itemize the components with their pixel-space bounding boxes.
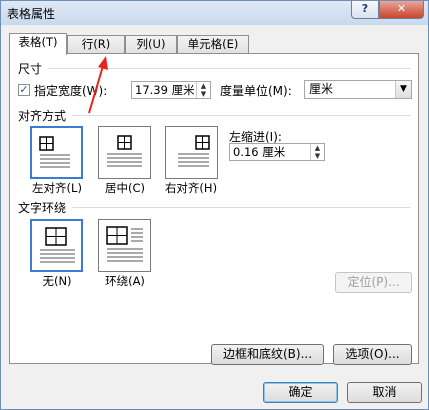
cancel-button[interactable]: 取消 bbox=[347, 382, 422, 403]
tab-column[interactable]: 列(U) bbox=[125, 35, 177, 53]
tab-table[interactable]: 表格(T) bbox=[9, 33, 67, 55]
wrapping-section-title: 文字环绕 bbox=[18, 201, 67, 215]
preferred-width-checkbox[interactable]: ✓ bbox=[18, 84, 30, 96]
help-button[interactable]: ? bbox=[351, 1, 379, 19]
measure-unit-value: 厘米 bbox=[309, 82, 334, 96]
width-spinner-buttons[interactable]: ▲ ▼ bbox=[196, 82, 210, 98]
wrap-none-label: 无(N) bbox=[42, 274, 72, 288]
align-right-table-icon bbox=[178, 135, 210, 167]
ok-button[interactable]: 确定 bbox=[263, 382, 338, 403]
position-button[interactable]: 定位(P)... bbox=[335, 272, 412, 293]
align-left-option[interactable] bbox=[30, 126, 83, 179]
borders-shading-button[interactable]: 边框和底纹(B)... bbox=[211, 344, 324, 365]
wrap-none-icon bbox=[40, 227, 75, 263]
table-tab-panel: 尺寸 ✓ 指定宽度(W): 17.39 厘米 ▲ ▼ 度量单位(M): 厘米 ▼… bbox=[9, 53, 419, 365]
align-center-option[interactable] bbox=[98, 126, 151, 179]
left-indent-value: 0.16 厘米 bbox=[233, 145, 286, 159]
wrap-around-label: 环绕(A) bbox=[105, 274, 145, 288]
wrap-around-icon bbox=[106, 226, 143, 262]
measure-unit-select[interactable]: 厘米 ▼ bbox=[304, 80, 412, 99]
wrap-none-option[interactable] bbox=[30, 219, 83, 272]
width-spinner[interactable]: 17.39 厘米 ▲ ▼ bbox=[131, 81, 211, 99]
align-left-label: 左对齐(L) bbox=[32, 181, 82, 195]
close-button[interactable]: ✕ bbox=[379, 1, 424, 19]
checkmark-icon: ✓ bbox=[19, 83, 29, 96]
window-title: 表格属性 bbox=[7, 7, 56, 21]
spin-down-icon[interactable]: ▼ bbox=[197, 90, 210, 98]
section-divider bbox=[72, 207, 410, 208]
measure-in-label: 度量单位(M): bbox=[220, 84, 292, 98]
align-right-label: 右对齐(H) bbox=[164, 181, 218, 195]
options-button[interactable]: 选项(O)... bbox=[333, 344, 412, 365]
section-divider bbox=[72, 115, 410, 116]
alignment-section-title: 对齐方式 bbox=[18, 109, 67, 123]
align-left-table-icon bbox=[39, 136, 70, 168]
tab-row[interactable]: 行(R) bbox=[67, 35, 125, 53]
preferred-width-label: 指定宽度(W): bbox=[34, 84, 108, 98]
spin-up-icon[interactable]: ▲ bbox=[311, 144, 324, 152]
spin-down-icon[interactable]: ▼ bbox=[311, 152, 324, 160]
size-section-title: 尺寸 bbox=[18, 62, 43, 76]
width-value: 17.39 厘米 bbox=[135, 83, 195, 97]
align-center-table-icon bbox=[107, 135, 142, 167]
tab-cell[interactable]: 单元格(E) bbox=[177, 35, 249, 53]
section-divider bbox=[48, 68, 410, 69]
table-properties-dialog: 表格属性 ? ✕ 表格(T) 行(R) 列(U) 单元格(E) 尺寸 ✓ 指定宽… bbox=[0, 0, 429, 410]
align-center-label: 居中(C) bbox=[104, 181, 145, 195]
indent-spinner-buttons[interactable]: ▲ ▼ bbox=[310, 144, 324, 160]
spin-up-icon[interactable]: ▲ bbox=[197, 82, 210, 90]
chevron-down-icon[interactable]: ▼ bbox=[395, 81, 411, 98]
wrap-around-option[interactable] bbox=[98, 219, 151, 272]
left-indent-spinner[interactable]: 0.16 厘米 ▲ ▼ bbox=[229, 143, 325, 161]
align-right-option[interactable] bbox=[165, 126, 218, 179]
title-bar[interactable]: 表格属性 ? ✕ bbox=[1, 1, 428, 25]
